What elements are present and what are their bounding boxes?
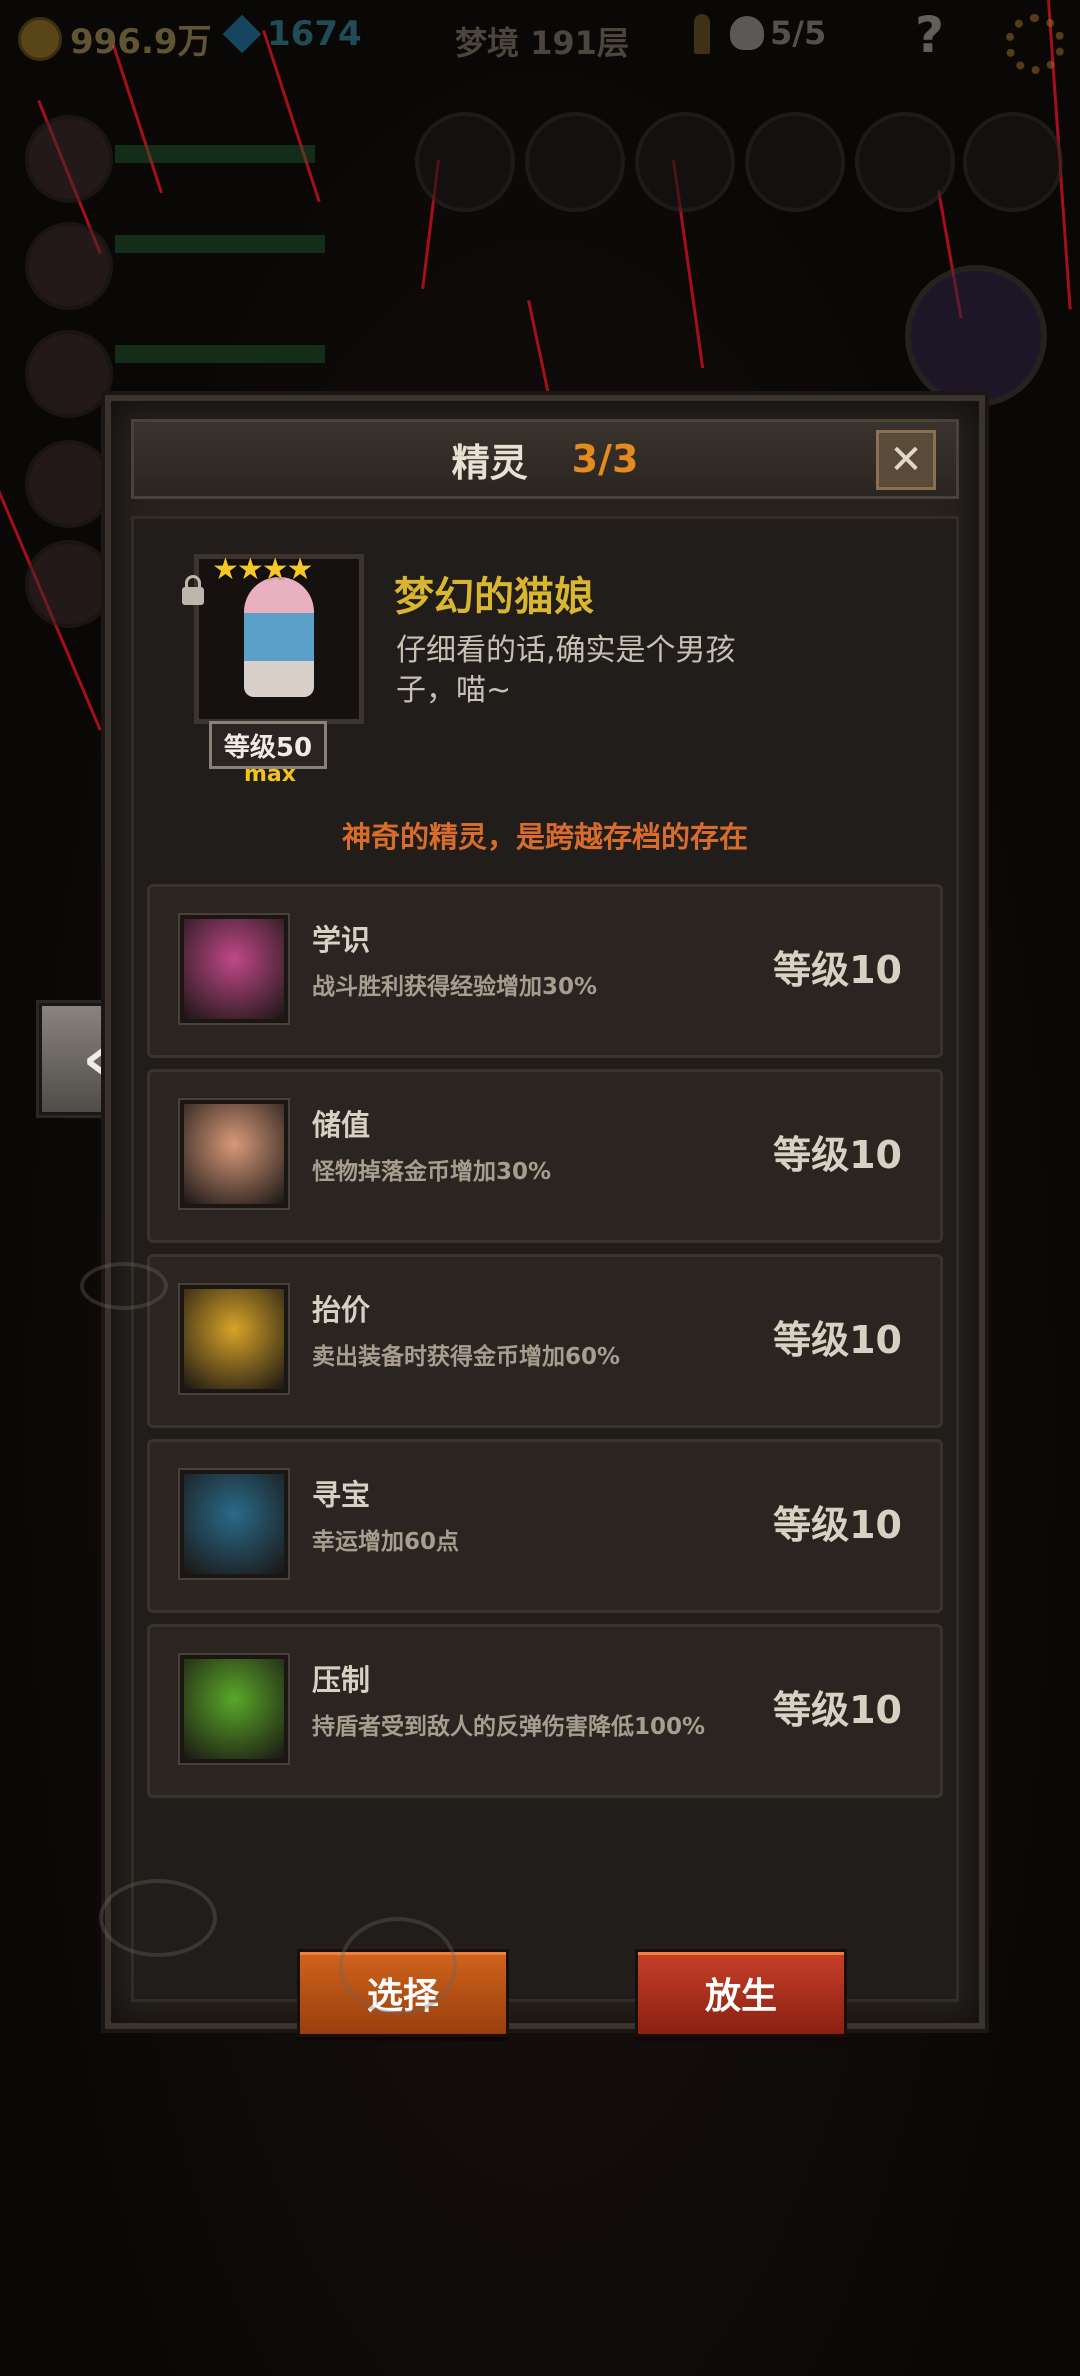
dialog-title: 精灵 [451, 440, 528, 485]
swirl-decoration [99, 1879, 217, 1957]
party-member-avatar[interactable] [25, 115, 113, 203]
equipment-slot[interactable] [415, 112, 515, 212]
skill-description: 怪物掉落金币增加30% [312, 1159, 552, 1185]
party-member-avatar[interactable] [25, 440, 113, 528]
skull-icon [730, 16, 764, 50]
dialog-body: ★★★★ 等级50 max 梦幻的猫娘 仔细看的话,确实是个男孩子，喵~ 神奇的… [99, 516, 959, 2037]
close-button[interactable]: ✕ [876, 430, 936, 490]
max-label: max [244, 762, 296, 787]
spirit-name: 梦幻的猫娘 [394, 574, 594, 620]
kill-value: 5/5 [770, 14, 827, 52]
kill-counter: 5/5 [730, 14, 826, 52]
equipment-slot[interactable] [855, 112, 955, 212]
catgirl-figure-icon [244, 577, 314, 697]
swirl-decoration [339, 1917, 457, 2015]
key-icon [694, 14, 710, 54]
skill-description: 卖出装备时获得金币增加60% [312, 1344, 621, 1370]
lock-icon[interactable] [182, 575, 204, 605]
hp-bar [115, 145, 315, 163]
skill-row[interactable]: 抬价 卖出装备时获得金币增加60% 等级10 [147, 1254, 943, 1428]
diamond-icon [222, 14, 262, 54]
gold-counter: 996.9万 [18, 14, 212, 63]
skill-name: 抬价 [312, 1293, 371, 1327]
settings-gear-icon[interactable] [1005, 14, 1065, 74]
skill-level: 等级10 [773, 948, 902, 992]
skill-description: 战斗胜利获得经验增加30% [312, 974, 598, 1000]
skill-description: 持盾者受到敌人的反弹伤害降低100% [312, 1714, 706, 1740]
hp-bar [115, 235, 325, 253]
skill-level: 等级10 [773, 1688, 902, 1732]
hero-avatar[interactable] [905, 265, 1047, 407]
equipment-slot[interactable] [635, 112, 735, 212]
floor-label: 梦境 191层 [455, 24, 629, 62]
equipment-slot[interactable] [963, 112, 1063, 212]
release-button[interactable]: 放生 [635, 1949, 847, 2037]
party-member-avatar[interactable] [25, 222, 113, 310]
sparkle-silhouette-icon [180, 1470, 288, 1578]
spirit-dialog: 精灵 3/3 ✕ ★★★★ 等级50 max 梦幻的猫娘 仔细看的话,确实是个男… [99, 395, 985, 2037]
mind-face-icon [180, 915, 288, 1023]
skill-row[interactable]: 储值 怪物掉落金币增加30% 等级10 [147, 1069, 943, 1243]
open-hand-icon [180, 1285, 288, 1393]
skill-name: 寻宝 [312, 1478, 371, 1512]
dialog-titlebar: 精灵 3/3 ✕ [131, 419, 959, 499]
party-member-avatar[interactable] [25, 540, 113, 628]
skill-name: 学识 [312, 923, 371, 957]
help-button[interactable]: ? [915, 6, 944, 64]
spirit-description: 仔细看的话,确实是个男孩子，喵~ [396, 633, 736, 708]
skill-description: 幸运增加60点 [312, 1529, 460, 1555]
spirit-tagline: 神奇的精灵，是跨越存档的存在 [341, 820, 748, 854]
gem-counter: 1674 [222, 14, 362, 54]
skill-row[interactable]: 压制 持盾者受到敌人的反弹伤害降低100% 等级10 [147, 1624, 943, 1798]
skill-level: 等级10 [773, 1503, 902, 1547]
spirit-count: 3/3 [571, 437, 639, 481]
party-member-avatar[interactable] [25, 330, 113, 418]
gold-value: 996.9万 [70, 22, 212, 62]
skill-name: 压制 [312, 1663, 371, 1697]
claw-grass-icon [180, 1655, 288, 1763]
skill-list: 学识 战斗胜利获得经验增加30% 等级10 储值 怪物掉落金币增加30% 等级1… [147, 884, 943, 1809]
equipment-slot[interactable] [745, 112, 845, 212]
skill-row[interactable]: 学识 战斗胜利获得经验增加30% 等级10 [147, 884, 943, 1058]
hp-bar [115, 345, 325, 363]
gem-value: 1674 [267, 14, 362, 54]
top-hud: 996.9万 1674 梦境 191层 5/5 ? [0, 0, 1080, 80]
skill-name: 储值 [312, 1108, 371, 1142]
skill-level: 等级10 [773, 1318, 902, 1362]
star-rating: ★★★★ [212, 552, 314, 587]
skill-row[interactable]: 寻宝 幸运增加60点 等级10 [147, 1439, 943, 1613]
equipment-slot[interactable] [525, 112, 625, 212]
coin-icon [18, 16, 62, 61]
skill-level: 等级10 [773, 1133, 902, 1177]
swirl-decoration [80, 1262, 168, 1310]
goblet-icon [180, 1100, 288, 1208]
